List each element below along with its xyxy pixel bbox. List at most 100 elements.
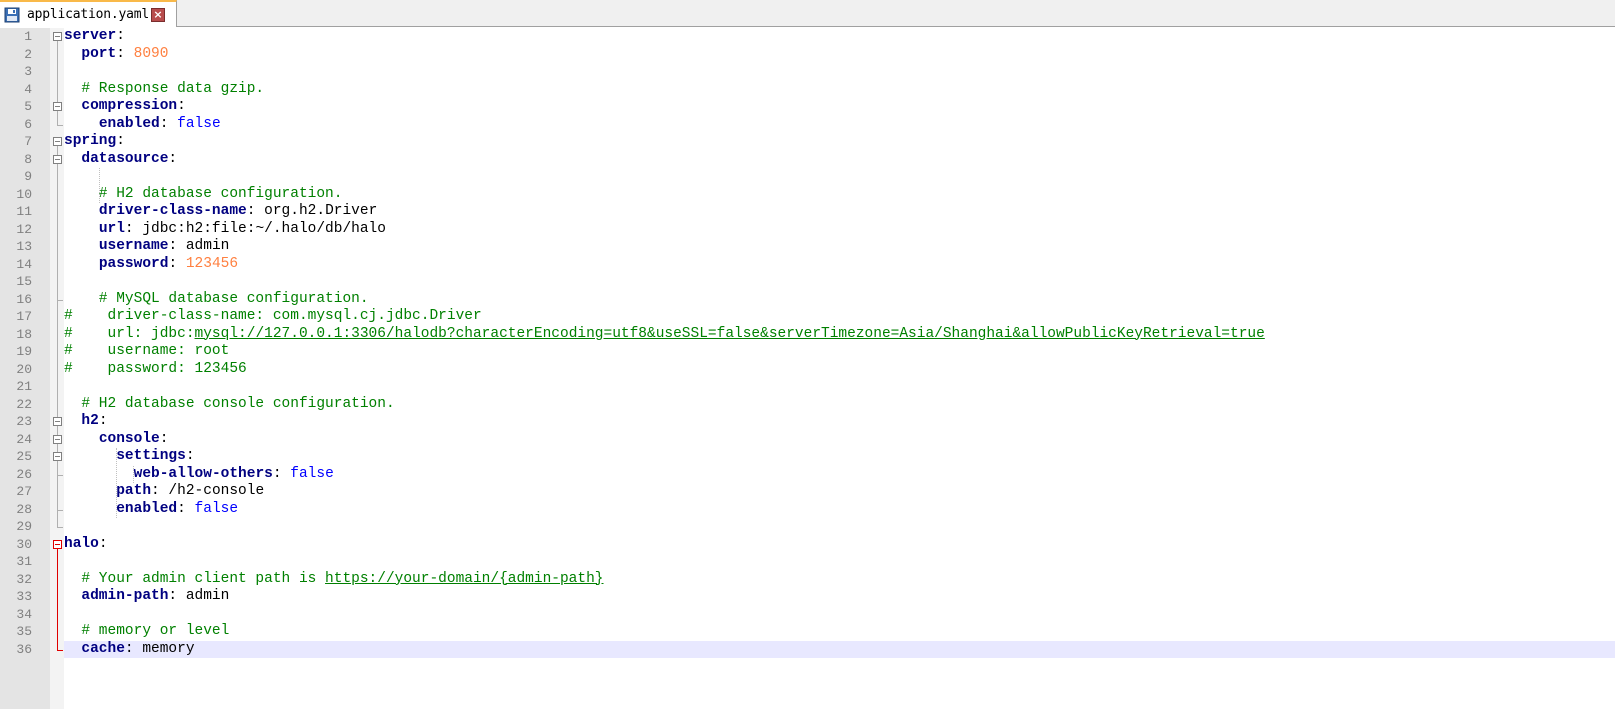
code-line[interactable]: # MySQL database configuration.	[64, 291, 1615, 309]
code-line[interactable]: # Response data gzip.	[64, 81, 1615, 99]
tab-application-yaml[interactable]: application.yaml ×	[0, 0, 177, 27]
code-token: username	[98, 238, 169, 254]
code-token: # Response data gzip.	[64, 80, 265, 97]
code-line[interactable]: # H2 database console configuration.	[64, 396, 1615, 414]
code-token: :	[177, 500, 195, 517]
line-number: 13	[16, 239, 32, 254]
code-line[interactable]	[64, 273, 1615, 291]
line-number: 17	[16, 309, 32, 324]
fold-toggle-icon[interactable]	[53, 539, 62, 549]
fold-line	[57, 548, 58, 650]
code-line[interactable]	[64, 378, 1615, 396]
code-line[interactable]: spring:	[64, 133, 1615, 151]
code-line[interactable]: # url: jdbc:mysql://127.0.0.1:3306/halod…	[64, 326, 1615, 344]
code-line[interactable]: username: admin	[64, 238, 1615, 256]
code-line[interactable]: halo:	[64, 536, 1615, 554]
code-line[interactable]: url: jdbc:h2:file:~/.halo/db/halo	[64, 221, 1615, 239]
code-line[interactable]: path: /h2-console	[64, 483, 1615, 501]
code-line[interactable]: password: 123456	[64, 256, 1615, 274]
indent-guide	[116, 448, 117, 518]
code-line[interactable]	[64, 518, 1615, 536]
fold-end-marker	[57, 474, 63, 476]
code-line[interactable]	[64, 168, 1615, 186]
code-line[interactable]: enabled: false	[64, 116, 1615, 134]
fold-toggle-icon[interactable]	[53, 434, 62, 444]
line-number: 18	[16, 326, 32, 342]
fold-toggle-icon[interactable]	[53, 417, 62, 426]
fold-toggle-icon[interactable]	[53, 32, 62, 41]
fold-toggle-icon[interactable]	[53, 102, 62, 111]
code-token: : /h2-console	[151, 483, 265, 499]
line-number: 2	[24, 46, 32, 62]
code-token: 123456	[185, 255, 239, 272]
code-token: : memory	[124, 640, 195, 657]
line-number: 30	[16, 536, 32, 552]
code-token: :	[116, 45, 134, 62]
code-line[interactable]: # username: root	[64, 343, 1615, 361]
code-token: : admin	[168, 238, 230, 254]
code-line[interactable]: datasource:	[64, 151, 1615, 169]
code-token: # password: 123456	[64, 360, 247, 377]
code-token: mysql://127.0.0.1:3306/halodb?characterE…	[194, 325, 1265, 342]
code-line[interactable]: console:	[64, 431, 1615, 449]
fold-end-marker	[57, 299, 63, 301]
fold-toggle-icon[interactable]	[53, 452, 62, 461]
code-line[interactable]: # password: 123456	[64, 361, 1615, 379]
code-token: :	[185, 448, 195, 464]
code-line[interactable]: cache: memory	[64, 640, 1615, 658]
line-number: 21	[16, 379, 32, 394]
fold-toggle-icon[interactable]	[53, 137, 62, 146]
code-token: compression	[81, 98, 178, 114]
indent-guide	[99, 168, 100, 203]
code-line[interactable]: server:	[64, 28, 1615, 46]
fold-toggle-icon[interactable]	[53, 154, 62, 164]
code-editor[interactable]: 1 2 3 4 5 6 7 8 9 10 11 12 13 14 15 16 17 18 19 20 21 22 23 24 2…	[0, 28, 1615, 709]
line-number: 5	[24, 99, 32, 114]
line-number: 7	[24, 134, 32, 149]
code-line[interactable]: web-allow-others: false	[64, 466, 1615, 484]
code-token: enabled	[98, 115, 160, 132]
code-area[interactable]: server: port: 8090 # Response data gzip.…	[64, 28, 1615, 709]
code-token: admin-path	[81, 588, 169, 604]
code-token: settings	[116, 448, 186, 464]
code-line[interactable]	[64, 553, 1615, 571]
code-line[interactable]	[64, 63, 1615, 81]
code-line[interactable]: h2:	[64, 413, 1615, 431]
code-token: port	[81, 45, 117, 62]
code-line[interactable]: # Your admin client path is https://your…	[64, 571, 1615, 589]
code-line[interactable]: port: 8090	[64, 46, 1615, 64]
save-disk-icon	[4, 7, 20, 23]
code-line[interactable]: enabled: false	[64, 501, 1615, 519]
line-number: 3	[24, 64, 32, 79]
code-line[interactable]: # H2 database configuration.	[64, 186, 1615, 204]
code-line[interactable]: driver-class-name: org.h2.Driver	[64, 203, 1615, 221]
code-token: halo	[64, 535, 99, 552]
line-number: 4	[24, 81, 32, 97]
code-line[interactable]: admin-path: admin	[64, 588, 1615, 606]
code-token: false	[177, 115, 221, 132]
code-line[interactable]: compression:	[64, 98, 1615, 116]
code-line[interactable]: # memory or level	[64, 623, 1615, 641]
line-number: 27	[16, 484, 32, 499]
code-line[interactable]	[64, 606, 1615, 624]
fold-end-marker	[57, 509, 63, 511]
line-number: 26	[16, 466, 32, 482]
code-token: :	[159, 430, 169, 447]
line-number: 35	[16, 624, 32, 639]
line-number: 9	[24, 169, 32, 184]
close-icon[interactable]: ×	[151, 7, 166, 22]
line-number: 34	[16, 606, 32, 622]
code-line[interactable]: settings:	[64, 448, 1615, 466]
code-token: server	[64, 28, 117, 44]
code-line[interactable]: # driver-class-name: com.mysql.cj.jdbc.D…	[64, 308, 1615, 326]
